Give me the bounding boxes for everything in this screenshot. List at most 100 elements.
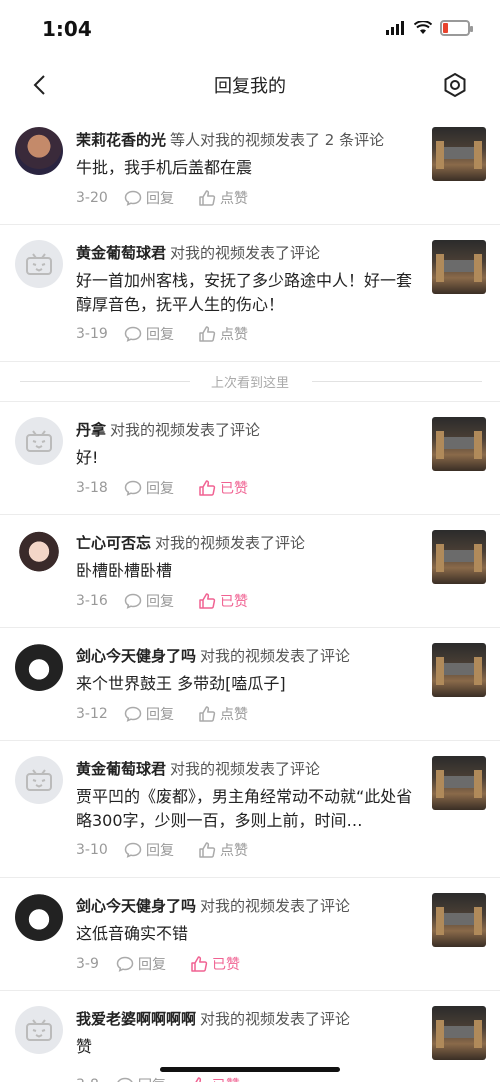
video-thumbnail[interactable] bbox=[432, 417, 486, 471]
like-button[interactable]: 点赞 bbox=[198, 188, 248, 208]
reply-button[interactable]: 回复 bbox=[116, 1075, 166, 1082]
video-thumbnail[interactable] bbox=[432, 1006, 486, 1060]
comment-icon bbox=[124, 480, 142, 496]
username[interactable]: 剑心今天健身了吗 bbox=[76, 897, 196, 915]
comment-icon bbox=[124, 326, 142, 342]
comment-date: 3-10 bbox=[76, 842, 108, 858]
reply-button[interactable]: 回复 bbox=[124, 188, 174, 208]
comment-icon bbox=[117, 1077, 133, 1082]
reply-button[interactable]: 回复 bbox=[116, 954, 166, 974]
reply-button[interactable]: 回复 bbox=[124, 324, 174, 344]
comment-date: 3-9 bbox=[76, 956, 99, 972]
comment-text: 牛批，我手机后盖都在震 bbox=[76, 158, 253, 177]
status-bar: 1:04 bbox=[0, 0, 500, 60]
last-seen-divider: 上次看到这里 bbox=[0, 362, 500, 402]
reply-label: 回复 bbox=[146, 327, 174, 343]
item-meta: 3-16 回复 已赞 bbox=[76, 591, 272, 611]
like-button[interactable]: 已赞 bbox=[198, 478, 248, 498]
username[interactable]: 丹拿 bbox=[76, 421, 106, 439]
username[interactable]: 黄金葡萄球君 bbox=[76, 760, 166, 778]
action-text: 等人对我的视频发表了 2 条评论 bbox=[170, 131, 385, 149]
status-time: 1:04 bbox=[42, 17, 92, 41]
list-item[interactable]: 茉莉花香的光 等人对我的视频发表了 2 条评论 牛批，我手机后盖都在震 3-20 … bbox=[0, 112, 500, 225]
item-header: 黄金葡萄球君 对我的视频发表了评论 bbox=[76, 758, 422, 779]
default-avatar-icon bbox=[26, 253, 52, 275]
list-item[interactable]: 黄金葡萄球君 对我的视频发表了评论 好一首加州客栈，安抚了多少路途中人！好一套醇厚… bbox=[0, 225, 500, 362]
signal-icon bbox=[386, 21, 404, 35]
comment-icon bbox=[124, 706, 142, 722]
action-text: 对我的视频发表了评论 bbox=[200, 647, 351, 665]
avatar[interactable] bbox=[15, 530, 63, 578]
list-item[interactable]: 剑心今天健身了吗 对我的视频发表了评论 来个世界鼓王 多带劲[嗑瓜子] 3-12 … bbox=[0, 628, 500, 741]
reply-label: 回复 bbox=[146, 843, 174, 859]
item-meta: 3-12 回复 点赞 bbox=[76, 704, 272, 724]
settings-button[interactable] bbox=[438, 68, 472, 102]
reply-label: 回复 bbox=[146, 481, 174, 497]
like-button[interactable]: 点赞 bbox=[198, 840, 248, 860]
comment-date: 3-8 bbox=[76, 1077, 116, 1082]
thumbs-up-icon bbox=[199, 326, 216, 342]
video-thumbnail[interactable] bbox=[432, 127, 486, 181]
list-item[interactable]: 黄金葡萄球君 对我的视频发表了评论 贾平凹的《废都》，男主角经常动不动就“此处省略… bbox=[0, 741, 500, 878]
username[interactable]: 黄金葡萄球君 bbox=[76, 244, 166, 262]
action-text: 对我的视频发表了评论 bbox=[170, 760, 321, 778]
username[interactable]: 茉莉花香的光 bbox=[76, 131, 166, 149]
comment-icon bbox=[124, 593, 142, 609]
like-label: 点赞 bbox=[220, 707, 248, 723]
reply-button[interactable]: 回复 bbox=[124, 591, 174, 611]
item-meta: 3-20 回复 点赞 bbox=[76, 188, 272, 208]
like-button[interactable]: 已赞 bbox=[190, 1075, 240, 1082]
like-label: 点赞 bbox=[220, 191, 248, 207]
list-item[interactable]: 剑心今天健身了吗 对我的视频发表了评论 这低音确实不错 3-9 回复 已赞 bbox=[0, 878, 500, 991]
item-header: 剑心今天健身了吗 对我的视频发表了评论 bbox=[76, 895, 422, 916]
reply-label: 回复 bbox=[146, 191, 174, 207]
comment-date: 3-19 bbox=[76, 326, 108, 342]
comment-text: 好! bbox=[76, 448, 99, 467]
liked-label: 已赞 bbox=[220, 594, 248, 610]
username[interactable]: 亡心可否忘 bbox=[76, 534, 151, 552]
comment-date: 3-12 bbox=[76, 706, 108, 722]
avatar[interactable] bbox=[15, 240, 63, 288]
item-meta: 3-9 回复 已赞 bbox=[76, 954, 264, 974]
video-thumbnail[interactable] bbox=[432, 240, 486, 294]
avatar[interactable] bbox=[15, 417, 63, 465]
default-avatar-icon bbox=[26, 430, 52, 452]
reply-label: 回复 bbox=[138, 1075, 166, 1082]
avatar[interactable] bbox=[15, 756, 63, 804]
comment-icon bbox=[124, 842, 142, 858]
reply-button[interactable]: 回复 bbox=[124, 840, 174, 860]
list-item[interactable]: 丹拿 对我的视频发表了评论 好! 3-18 回复 已赞 bbox=[0, 402, 500, 515]
action-text: 对我的视频发表了评论 bbox=[200, 897, 351, 915]
battery-icon bbox=[440, 20, 473, 36]
liked-label: 已赞 bbox=[220, 481, 248, 497]
thumbs-up-icon bbox=[195, 1077, 202, 1082]
avatar[interactable] bbox=[15, 127, 63, 175]
video-thumbnail[interactable] bbox=[432, 530, 486, 584]
like-button[interactable]: 已赞 bbox=[190, 954, 240, 974]
avatar[interactable] bbox=[15, 643, 63, 691]
status-icons bbox=[386, 20, 473, 36]
reply-button[interactable]: 回复 bbox=[124, 478, 174, 498]
action-text: 对我的视频发表了评论 bbox=[110, 421, 261, 439]
item-meta: 3-19 回复 点赞 bbox=[76, 324, 272, 344]
item-meta: 3-8 回复 已赞 bbox=[76, 1075, 264, 1082]
comment-text: 这低音确实不错 bbox=[76, 924, 189, 943]
video-thumbnail[interactable] bbox=[432, 893, 486, 947]
action-text: 对我的视频发表了评论 bbox=[200, 1010, 351, 1028]
item-header: 黄金葡萄球君 对我的视频发表了评论 bbox=[76, 242, 422, 263]
like-label: 点赞 bbox=[220, 327, 248, 343]
reply-button[interactable]: 回复 bbox=[124, 704, 174, 724]
like-button[interactable]: 已赞 bbox=[198, 591, 248, 611]
default-avatar-icon bbox=[26, 1019, 52, 1041]
avatar[interactable] bbox=[15, 893, 63, 941]
avatar[interactable] bbox=[15, 1006, 63, 1054]
like-button[interactable]: 点赞 bbox=[198, 324, 248, 344]
like-button[interactable]: 点赞 bbox=[198, 704, 248, 724]
item-header: 丹拿 对我的视频发表了评论 bbox=[76, 419, 422, 440]
username[interactable]: 我爱老婆啊啊啊啊 bbox=[76, 1010, 196, 1028]
list-item[interactable]: 亡心可否忘 对我的视频发表了评论 卧槽卧槽卧槽 3-16 回复 已赞 bbox=[0, 515, 500, 628]
comment-date: 3-16 bbox=[76, 593, 108, 609]
video-thumbnail[interactable] bbox=[432, 756, 486, 810]
video-thumbnail[interactable] bbox=[432, 643, 486, 697]
username[interactable]: 剑心今天健身了吗 bbox=[76, 647, 196, 665]
